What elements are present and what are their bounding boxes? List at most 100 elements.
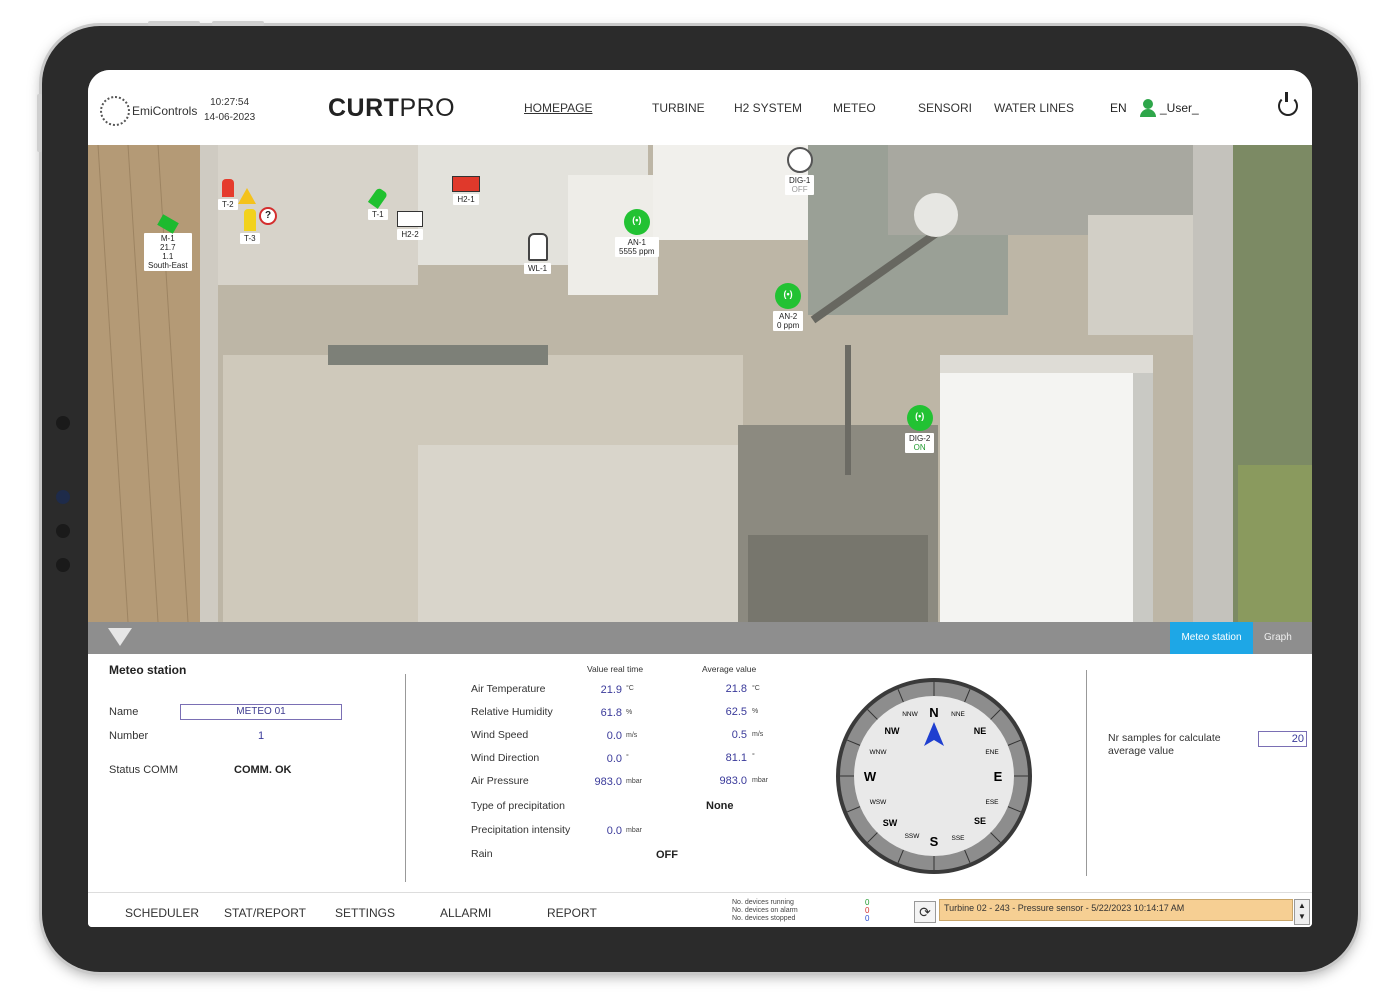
digital-marker-dig2[interactable]: DIG-2ON: [905, 405, 935, 453]
h2-marker-h21[interactable]: H2-1: [452, 176, 480, 205]
user-menu[interactable]: _User_: [1140, 99, 1199, 117]
tablet-camera-dot: [56, 490, 70, 504]
settings-button[interactable]: SETTINGS: [335, 906, 395, 920]
compass-se: SE: [974, 816, 986, 826]
marker-id: T-3: [240, 233, 260, 244]
turbine-icon: [221, 179, 234, 197]
number-value: 1: [258, 730, 265, 742]
collapse-triangle-icon[interactable]: [108, 628, 132, 646]
emicontrols-logo: EmiControls: [100, 96, 197, 126]
scheduler-button[interactable]: SCHEDULER: [125, 906, 199, 920]
stopped-label: No. devices stopped: [732, 915, 796, 922]
samples-label-line1: Nr samples for calculate: [1108, 732, 1221, 744]
alarm-label: No. devices on alarm: [732, 907, 798, 914]
nav-turbine[interactable]: TURBINE: [652, 101, 705, 115]
nav-sensori[interactable]: SENSORI: [918, 101, 972, 115]
h2-unit-icon: [397, 211, 423, 227]
language-selector[interactable]: EN: [1110, 101, 1127, 115]
h2-marker-h22[interactable]: H2-2: [397, 211, 423, 240]
brand-bold: CURT: [328, 94, 400, 122]
alarm-scroll-icon[interactable]: ▲ ▼: [1294, 899, 1310, 925]
sensor-signal-icon: [623, 209, 650, 235]
nav-meteo[interactable]: METEO: [833, 101, 876, 115]
samples-input[interactable]: 20: [1258, 731, 1307, 747]
stat-report-button[interactable]: STAT/REPORT: [224, 906, 306, 920]
row-label-rain: Rain: [471, 848, 493, 860]
panel-title: Meteo station: [109, 663, 187, 677]
meteo-marker-m1[interactable]: M-1 21.7 1.1 South-East: [144, 214, 192, 271]
number-label: Number: [109, 730, 149, 742]
humidity-unit: %: [626, 709, 633, 716]
samples-label-line2: average value: [1108, 745, 1174, 757]
alarm-message[interactable]: Turbine 02 - 243 - Pressure sensor - 5/2…: [939, 899, 1293, 921]
temperature-avg-unit: °C: [752, 685, 760, 692]
compass-s: S: [930, 834, 939, 849]
marker-id: DIG-2: [909, 434, 931, 443]
wind-speed-avg-unit: m/s: [752, 731, 764, 738]
compass-sw: SW: [883, 818, 898, 828]
analyzer-marker-an1[interactable]: AN-15555 ppm: [615, 209, 659, 257]
sensor-signal-icon: [786, 147, 813, 173]
name-label: Name: [109, 706, 139, 718]
bottom-bar: SCHEDULER STAT/REPORT SETTINGS ALLARMI R…: [88, 892, 1312, 927]
tab-meteo-station[interactable]: Meteo station: [1170, 622, 1253, 654]
site-map[interactable]: M-1 21.7 1.1 South-East T-2 ? T-3 T-1 H2…: [88, 145, 1312, 622]
user-name: _User_: [1160, 101, 1199, 115]
windsock-icon: [156, 214, 179, 234]
tablet-sensor-dot-3: [56, 558, 70, 572]
marker-label: M-1 21.7 1.1 South-East: [144, 233, 192, 271]
analyzer-marker-an2[interactable]: AN-20 ppm: [773, 283, 804, 331]
wind-speed-avg: 0.5: [731, 729, 747, 741]
panel-toolbar: Meteo station Graph: [88, 622, 1312, 654]
marker-temp: 21.7: [160, 243, 176, 252]
nav-water-lines[interactable]: WATER LINES: [994, 101, 1074, 115]
warning-icon[interactable]: [238, 188, 256, 204]
turbine-marker-t1[interactable]: T-1: [367, 187, 388, 220]
nav-homepage[interactable]: HOMEPAGE: [524, 101, 592, 115]
refresh-icon[interactable]: ⟳: [914, 901, 936, 923]
compass-w: W: [864, 769, 877, 784]
marker-value: 5555 ppm: [619, 247, 655, 256]
row-label-temperature: Air Temperature: [471, 683, 546, 695]
report-button[interactable]: REPORT: [547, 906, 597, 920]
marker-label: AN-1 5555 ppm: [615, 237, 659, 257]
status-comm-label: Status COMM: [109, 764, 179, 776]
turbine-icon: [243, 209, 256, 231]
precipitation-intensity-real: 0.0: [606, 825, 622, 837]
marker-id: H2-2: [397, 229, 423, 240]
panel-divider: [405, 674, 406, 882]
h2-unit-icon: [452, 176, 480, 192]
power-icon[interactable]: [1278, 92, 1298, 116]
precipitation-type-value: None: [706, 800, 734, 812]
tab-graph[interactable]: Graph: [1264, 622, 1292, 654]
marker-label: DIG-1 OFF: [785, 175, 815, 195]
wind-speed-unit: m/s: [626, 732, 638, 739]
compass-wnw: WNW: [870, 749, 888, 756]
question-icon[interactable]: ?: [259, 207, 277, 225]
compass-ssw: SSW: [905, 833, 921, 840]
marker-id: M-1: [160, 234, 175, 243]
compass-nne: NNE: [951, 711, 965, 718]
water-line-marker-wl1[interactable]: WL-1: [524, 233, 552, 274]
row-label-precipitation-intensity: Precipitation intensity: [471, 824, 571, 836]
sensor-signal-icon: [775, 283, 802, 309]
row-label-air-pressure: Air Pressure: [471, 775, 529, 787]
allarmi-button[interactable]: ALLARMI: [440, 906, 491, 920]
row-label-precipitation-type: Type of precipitation: [471, 800, 565, 812]
compass-nw: NW: [885, 726, 900, 736]
tablet-sensor-dot-2: [56, 524, 70, 538]
logo-text: EmiControls: [132, 104, 198, 118]
turbine-marker-t2[interactable]: T-2: [218, 179, 238, 210]
marker-status: ON: [913, 443, 926, 452]
digital-marker-dig1[interactable]: DIG-1 OFF: [785, 145, 815, 195]
name-field[interactable]: METEO 01: [180, 704, 342, 720]
nav-h2-system[interactable]: H2 SYSTEM: [734, 101, 802, 115]
wind-direction-avg: 81.1: [725, 752, 747, 764]
marker-value: 0 ppm: [777, 321, 800, 330]
brand-light: PRO: [399, 94, 456, 122]
user-icon: [1140, 99, 1156, 117]
marker-label: DIG-2 ON: [905, 433, 935, 453]
turbine-marker-t3[interactable]: T-3: [240, 209, 260, 244]
wind-speed-real: 0.0: [606, 730, 622, 742]
col-header-average: Average value: [702, 664, 757, 674]
